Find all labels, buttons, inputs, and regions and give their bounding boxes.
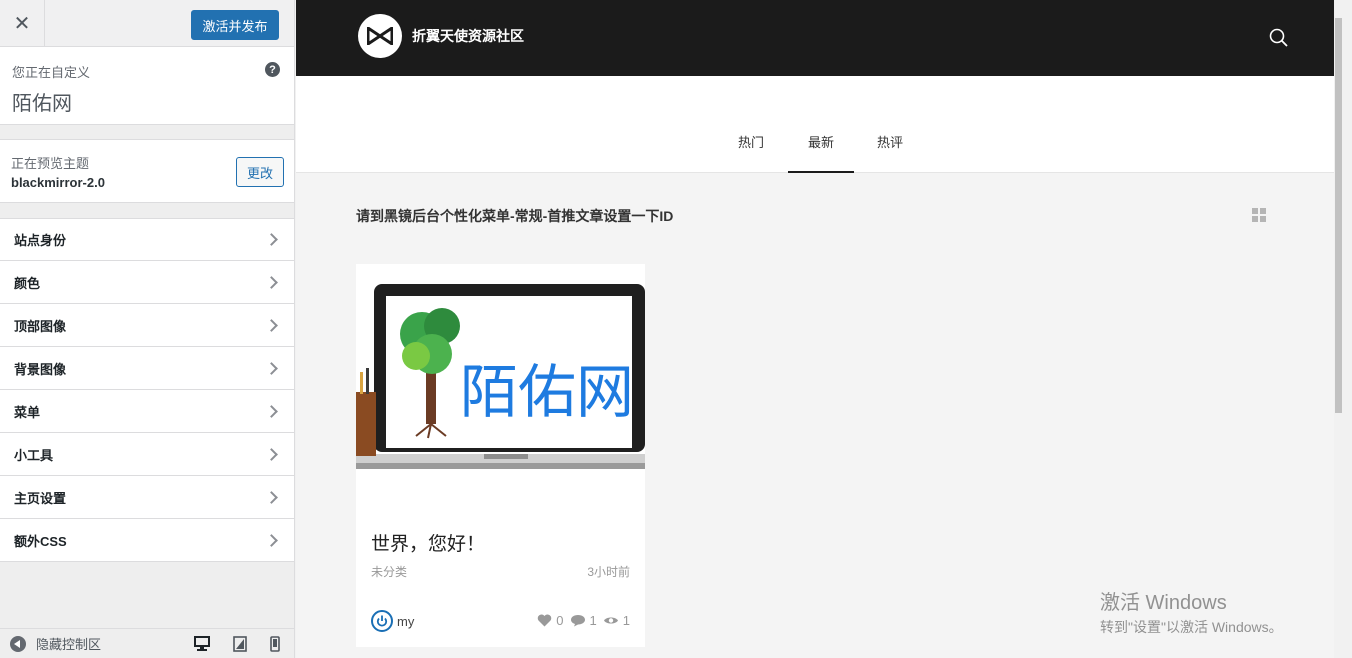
panel-menus[interactable]: 菜单 [0,390,294,433]
customizer-header: ✕ 激活并发布 [0,0,294,47]
tab-hot-comments[interactable]: 热评 [875,132,905,173]
tab-hot[interactable]: 热门 [736,132,766,173]
eye-icon [603,617,618,624]
close-icon: ✕ [13,12,31,35]
site-logo[interactable] [358,14,402,58]
preview-scrollbar[interactable] [1334,0,1343,658]
watermark-subtitle: 转到"设置"以激活 Windows。 [1100,619,1283,635]
thumbnail-brand-text: 陌佑网 [460,358,634,426]
power-icon [376,615,388,627]
change-theme-button[interactable]: 更改 [236,157,284,187]
panel-colors[interactable]: 颜色 [0,261,294,304]
customizing-prefix: 您正在自定义 [12,65,91,80]
customizer-info: 您正在自定义 陌佑网 ? [0,47,294,125]
panel-header-image[interactable]: 顶部图像 [0,304,294,347]
bowtie-logo-icon [367,27,393,45]
comments-stat[interactable]: 1 [570,613,597,628]
panel-site-identity[interactable]: 站点身份 [0,218,294,261]
site-header: 折翼天使资源社区 [296,0,1343,76]
post-thumbnail[interactable]: 陌佑网 [356,264,645,494]
avatar [371,610,393,632]
panel-background-image[interactable]: 背景图像 [0,347,294,390]
section-title: 请到黑镜后台个性化菜单-常规-首推文章设置一下ID [356,208,674,224]
panel-label: 顶部图像 [14,318,67,334]
post-author[interactable]: my [371,610,414,632]
views-stat: 1 [603,613,630,628]
panel-list: 站点身份 颜色 顶部图像 背景图像 菜单 小工具 主页设置 额外CSS [0,218,294,562]
mobile-icon[interactable] [270,635,280,652]
site-preview: 折翼天使资源社区 热门 最新 热评 请到黑镜后台个性化菜单-常规-首推文章设置一… [296,0,1343,658]
tab-latest[interactable]: 最新 [788,132,854,173]
panel-widgets[interactable]: 小工具 [0,433,294,476]
author-name: my [397,613,415,629]
heart-icon [538,614,552,627]
chevron-right-icon [265,361,278,375]
desktop-icon[interactable] [194,636,210,651]
chevron-right-icon [265,275,278,289]
post-card[interactable]: 陌佑网 世界，您好！ 未分类 3小时前 my 0 1 1 [356,264,645,647]
comments-count: 1 [589,613,597,628]
post-time: 3小时前 [587,565,630,579]
panel-label: 背景图像 [14,361,67,377]
grid-view-icon[interactable] [1252,208,1266,222]
likes-count: 0 [556,613,564,628]
likes-stat[interactable]: 0 [537,613,564,628]
site-title[interactable]: 折翼天使资源社区 [412,26,524,46]
panel-label: 站点身份 [14,233,67,248]
help-icon-label: ? [269,63,276,76]
views-count: 1 [622,613,630,628]
panel-label: 小工具 [14,447,54,463]
chevron-right-icon [265,318,278,332]
help-icon[interactable]: ? [265,62,280,77]
post-category[interactable]: 未分类 [371,563,407,580]
comment-icon [570,615,585,627]
watermark-title: 激活 Windows [1100,592,1227,614]
panel-homepage-settings[interactable]: 主页设置 [0,476,294,519]
panel-additional-css[interactable]: 额外CSS [0,519,294,562]
scrollbar-thumb[interactable] [1335,18,1342,413]
windows-activation-watermark: 激活 Windows 转到"设置"以激活 Windows。 [1100,586,1283,637]
panel-label: 主页设置 [14,490,67,506]
collapse-label: 隐藏控制区 [36,637,102,652]
device-preview-buttons [194,635,294,652]
post-stats: 0 1 1 [537,613,630,628]
close-customizer-button[interactable]: ✕ [0,0,45,46]
chevron-right-icon [265,533,278,547]
chevron-right-icon [265,404,278,418]
customizer-footer: 隐藏控制区 [0,628,294,658]
theme-section: 正在预览主题 blackmirror-2.0 更改 [0,139,294,203]
panel-label: 额外CSS [14,533,67,549]
tablet-icon[interactable] [233,635,247,652]
publish-button[interactable]: 激活并发布 [191,10,279,40]
chevron-right-icon [265,490,278,504]
post-tabs: 热门 最新 热评 [296,76,1343,173]
chevron-right-icon [265,233,278,246]
collapse-arrow-icon [10,635,26,652]
collapse-sidebar-button[interactable]: 隐藏控制区 [0,629,101,658]
post-title[interactable]: 世界，您好！ [371,529,485,556]
customizer-sidebar: ✕ 激活并发布 您正在自定义 陌佑网 ? 正在预览主题 blackmirror-… [0,0,295,658]
chevron-right-icon [265,447,278,461]
panel-label: 菜单 [14,404,41,420]
panel-label: 颜色 [14,275,41,291]
site-name: 陌佑网 [12,93,72,115]
search-icon[interactable] [1269,28,1289,51]
